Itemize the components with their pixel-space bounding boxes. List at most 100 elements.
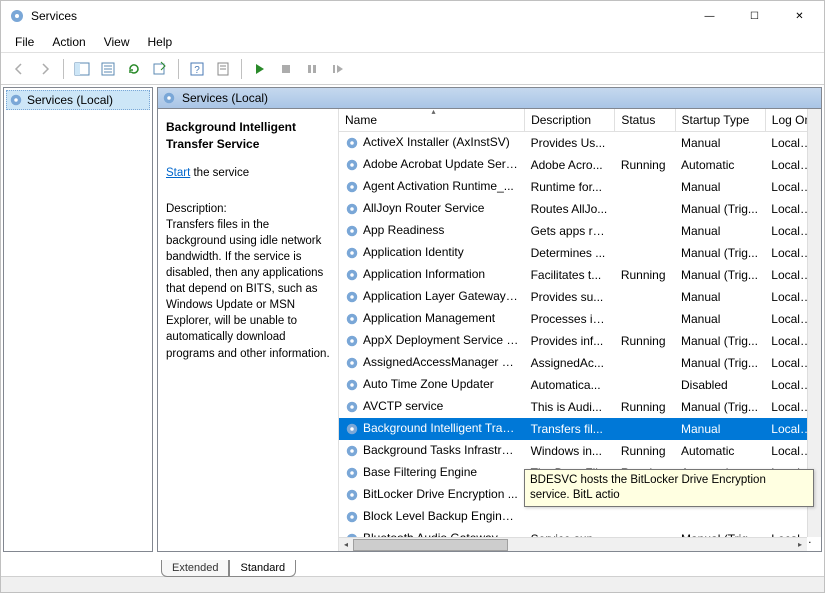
cell-startup: Manual (Trig... bbox=[675, 264, 765, 286]
cell-status bbox=[615, 198, 675, 220]
cell-startup: Manual bbox=[675, 220, 765, 242]
cell-name: Background Tasks Infrastruc... bbox=[339, 440, 525, 462]
toolbar: ? bbox=[1, 53, 824, 85]
cell-description: Runtime for... bbox=[525, 176, 615, 198]
cell-description: Adobe Acro... bbox=[525, 154, 615, 176]
pause-service-button[interactable] bbox=[300, 57, 324, 81]
cell-startup: Manual (Trig... bbox=[675, 396, 765, 418]
service-row[interactable]: Adobe Acrobat Update Serv...Adobe Acro..… bbox=[339, 154, 821, 176]
cell-status bbox=[615, 242, 675, 264]
cell-startup: Manual (Trig... bbox=[675, 198, 765, 220]
maximize-button[interactable]: ☐ bbox=[732, 1, 777, 31]
service-row[interactable]: Application Layer Gateway ...Provides su… bbox=[339, 286, 821, 308]
titlebar: Services — ☐ ✕ bbox=[1, 1, 824, 31]
cell-startup: Manual (Trig... bbox=[675, 352, 765, 374]
cell-description: Facilitates t... bbox=[525, 264, 615, 286]
cell-startup bbox=[675, 506, 765, 528]
description-text: Transfers files in the background using … bbox=[166, 217, 330, 362]
cell-startup: Manual bbox=[675, 176, 765, 198]
cell-startup: Manual bbox=[675, 286, 765, 308]
cell-status bbox=[615, 176, 675, 198]
tab-extended[interactable]: Extended bbox=[161, 560, 229, 577]
service-row[interactable]: App ReadinessGets apps re...ManualLocal … bbox=[339, 220, 821, 242]
cell-name: Auto Time Zone Updater bbox=[339, 374, 525, 396]
console-tree[interactable]: Services (Local) bbox=[3, 87, 153, 552]
service-row[interactable]: Application InformationFacilitates t...R… bbox=[339, 264, 821, 286]
cell-name: ActiveX Installer (AxInstSV) bbox=[339, 132, 525, 154]
cell-description: Automatica... bbox=[525, 374, 615, 396]
refresh-button[interactable] bbox=[122, 57, 146, 81]
cell-name: AssignedAccessManager Se... bbox=[339, 352, 525, 374]
restart-service-button[interactable] bbox=[326, 57, 350, 81]
service-row[interactable]: Application IdentityDetermines ...Manual… bbox=[339, 242, 821, 264]
window-title: Services bbox=[31, 9, 687, 23]
cell-status: Running bbox=[615, 440, 675, 462]
services-app-icon bbox=[9, 8, 25, 24]
service-row[interactable]: AssignedAccessManager Se...AssignedAc...… bbox=[339, 352, 821, 374]
help-button[interactable]: ? bbox=[185, 57, 209, 81]
service-row[interactable]: Auto Time Zone UpdaterAutomatica...Disab… bbox=[339, 374, 821, 396]
start-service-button[interactable] bbox=[248, 57, 272, 81]
tab-standard[interactable]: Standard bbox=[229, 560, 296, 577]
service-row[interactable]: Block Level Backup Engine ... bbox=[339, 506, 821, 528]
cell-name: Application Information bbox=[339, 264, 525, 286]
scroll-right-arrow[interactable]: ▸ bbox=[793, 538, 807, 552]
cell-status bbox=[615, 352, 675, 374]
service-row[interactable]: Background Tasks Infrastruc...Windows in… bbox=[339, 440, 821, 462]
service-row[interactable]: Agent Activation Runtime_...Runtime for.… bbox=[339, 176, 821, 198]
service-row[interactable]: AVCTP serviceThis is Audi...RunningManua… bbox=[339, 396, 821, 418]
nav-forward-button[interactable] bbox=[33, 57, 57, 81]
menu-file[interactable]: File bbox=[7, 33, 42, 51]
service-row[interactable]: AllJoyn Router ServiceRoutes AllJo...Man… bbox=[339, 198, 821, 220]
view-tabs: Extended Standard bbox=[1, 554, 824, 576]
statusbar bbox=[1, 576, 824, 592]
panel-title: Services (Local) bbox=[182, 91, 268, 105]
scroll-thumb[interactable] bbox=[353, 539, 508, 551]
cell-description: Determines ... bbox=[525, 242, 615, 264]
scroll-left-arrow[interactable]: ◂ bbox=[339, 538, 353, 552]
menu-action[interactable]: Action bbox=[44, 33, 93, 51]
cell-status: Running bbox=[615, 264, 675, 286]
cell-status bbox=[615, 418, 675, 440]
menu-help[interactable]: Help bbox=[140, 33, 181, 51]
menu-view[interactable]: View bbox=[96, 33, 138, 51]
close-button[interactable]: ✕ bbox=[777, 1, 822, 31]
nav-back-button[interactable] bbox=[7, 57, 31, 81]
cell-startup: Manual (Trig... bbox=[675, 330, 765, 352]
cell-name: Base Filtering Engine bbox=[339, 462, 525, 484]
cell-description bbox=[525, 506, 615, 528]
cell-name: App Readiness bbox=[339, 220, 525, 242]
cell-status bbox=[615, 506, 675, 528]
export-list-button[interactable] bbox=[148, 57, 172, 81]
cell-name: Agent Activation Runtime_... bbox=[339, 176, 525, 198]
cell-name: AppX Deployment Service (... bbox=[339, 330, 525, 352]
panel-header: Services (Local) bbox=[157, 87, 822, 109]
cell-status bbox=[615, 220, 675, 242]
column-header-startup[interactable]: Startup Type bbox=[675, 109, 765, 132]
services-list[interactable]: Name Description Status Startup Type Log… bbox=[338, 109, 821, 551]
start-suffix: the service bbox=[190, 167, 249, 179]
toolbar-separator bbox=[241, 59, 242, 79]
service-row[interactable]: Application ManagementProcesses in...Man… bbox=[339, 308, 821, 330]
service-row[interactable]: AppX Deployment Service (...Provides inf… bbox=[339, 330, 821, 352]
properties-sheet-button[interactable] bbox=[211, 57, 235, 81]
toolbar-separator bbox=[63, 59, 64, 79]
service-row[interactable]: ActiveX Installer (AxInstSV)Provides Us.… bbox=[339, 132, 821, 154]
minimize-button[interactable]: — bbox=[687, 1, 732, 31]
service-row[interactable]: Background Intelligent Tran...Transfers … bbox=[339, 418, 821, 440]
cell-status: Running bbox=[615, 396, 675, 418]
stop-service-button[interactable] bbox=[274, 57, 298, 81]
cell-startup: Manual bbox=[675, 132, 765, 154]
horizontal-scrollbar[interactable]: ◂ ▸ bbox=[339, 537, 807, 551]
cell-name: Application Identity bbox=[339, 242, 525, 264]
column-header-name[interactable]: Name bbox=[339, 109, 525, 132]
show-hide-tree-button[interactable] bbox=[70, 57, 94, 81]
cell-status bbox=[615, 308, 675, 330]
tree-node-services-local[interactable]: Services (Local) bbox=[6, 90, 150, 110]
column-header-description[interactable]: Description bbox=[525, 109, 615, 132]
cell-startup: Manual bbox=[675, 418, 765, 440]
start-service-link[interactable]: Start bbox=[166, 167, 190, 179]
properties-button[interactable] bbox=[96, 57, 120, 81]
column-header-status[interactable]: Status bbox=[615, 109, 675, 132]
cell-description: Gets apps re... bbox=[525, 220, 615, 242]
